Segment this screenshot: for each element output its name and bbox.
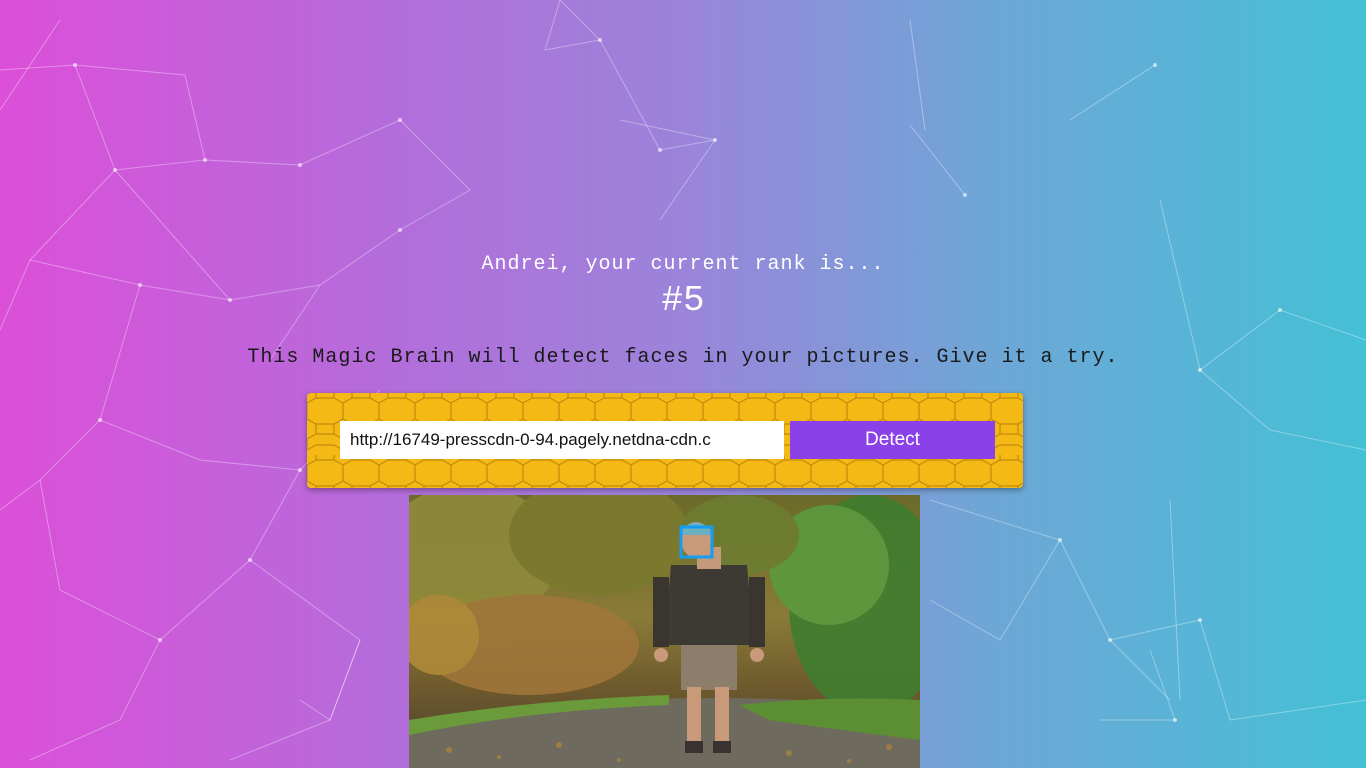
detected-face-image bbox=[409, 495, 920, 768]
image-url-form: Detect bbox=[307, 393, 1023, 488]
image-url-input[interactable] bbox=[340, 421, 784, 459]
tagline: This Magic Brain will detect faces in yo… bbox=[247, 346, 1119, 369]
detect-button[interactable]: Detect bbox=[790, 421, 995, 459]
rank-number: #5 bbox=[661, 280, 705, 321]
rank-caption: Andrei, your current rank is... bbox=[481, 253, 885, 276]
